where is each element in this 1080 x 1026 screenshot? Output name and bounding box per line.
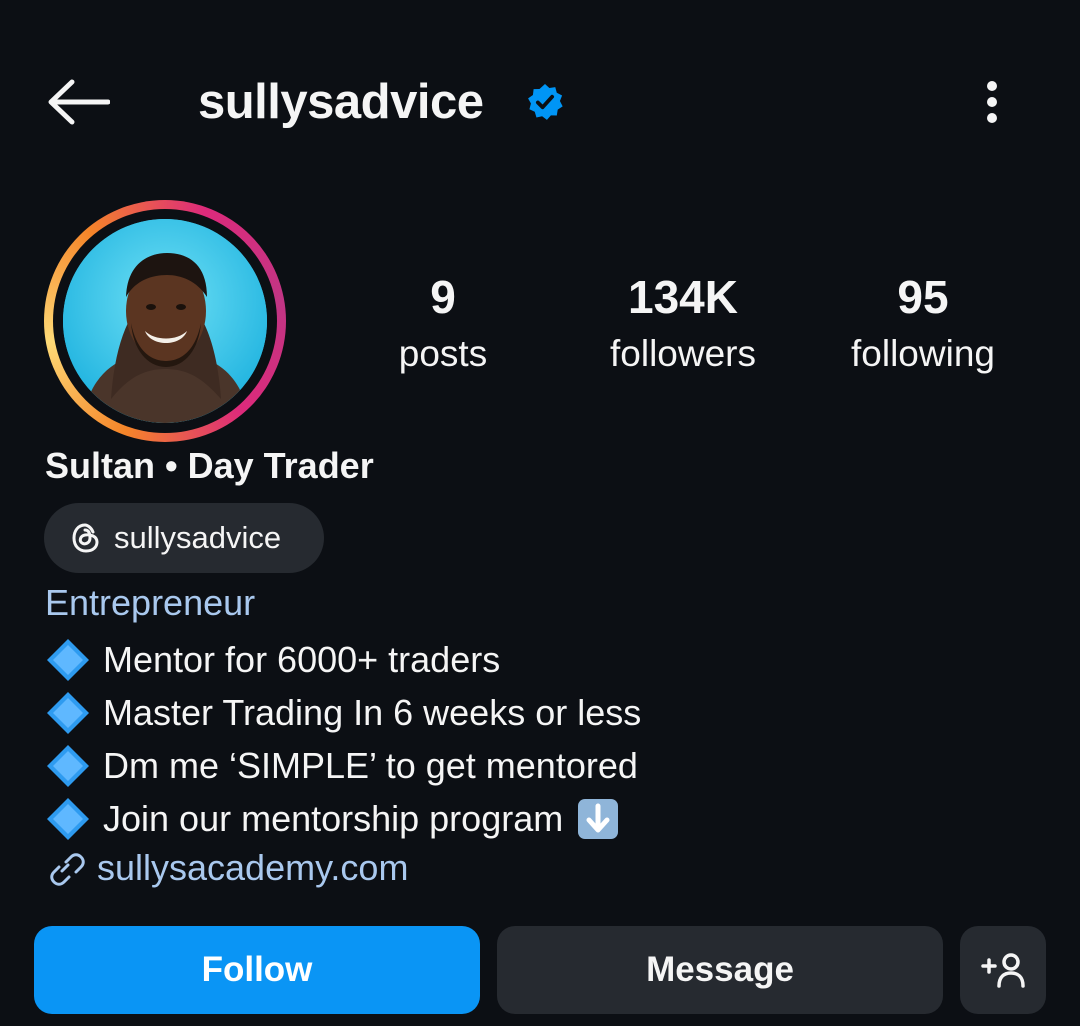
following-stat[interactable]: 95 following [813,268,1033,382]
posts-label: posts [398,333,488,374]
profile-category: Entrepreneur [45,582,256,623]
suggested-accounts-button[interactable] [960,926,1046,1014]
blue-diamond-icon [47,797,89,840]
message-button[interactable]: Message [497,926,943,1014]
following-count: 95 [897,271,949,323]
profile-full-name: Sultan • Day Trader [45,445,374,486]
arrow-left-icon [48,79,110,125]
threads-badge-button[interactable]: sullysadvice [44,503,324,573]
followers-label: followers [610,333,756,374]
blue-diamond-icon [47,744,89,787]
add-person-icon [981,953,1025,988]
bio-line: Master Trading In 6 weeks or less [45,686,1045,739]
verified-badge-icon [528,83,563,120]
profile-header: sullysadvice [0,0,1080,200]
website-url: sullysacademy.com [97,847,409,888]
bio-line: Mentor for 6000+ traders [45,633,1045,686]
more-vertical-icon [987,81,997,123]
profile-bio: Mentor for 6000+ traders Master Trading … [45,633,1045,845]
profile-website-link[interactable]: sullysacademy.com [45,845,408,891]
profile-username: sullysadvice [198,75,484,129]
threads-handle: sullysadvice [114,520,282,555]
down-arrow-emoji-icon [578,798,619,839]
bio-line: Dm me ‘SIMPLE’ to get mentored [45,739,1045,792]
more-options-button[interactable] [966,72,1018,132]
posts-count: 9 [430,271,456,323]
followers-count: 134K [628,271,738,323]
posts-stat[interactable]: 9 posts [333,268,553,382]
threads-icon [72,523,99,553]
blue-diamond-icon [47,638,89,681]
following-label: following [851,333,995,374]
follow-button[interactable]: Follow [34,926,480,1014]
story-ring[interactable] [44,200,286,442]
back-button[interactable] [40,70,116,134]
followers-stat[interactable]: 134K followers [573,268,793,382]
bio-line: Join our mentorship program [45,792,1045,845]
link-icon [50,853,85,886]
profile-avatar [63,219,267,423]
blue-diamond-icon [47,691,89,734]
